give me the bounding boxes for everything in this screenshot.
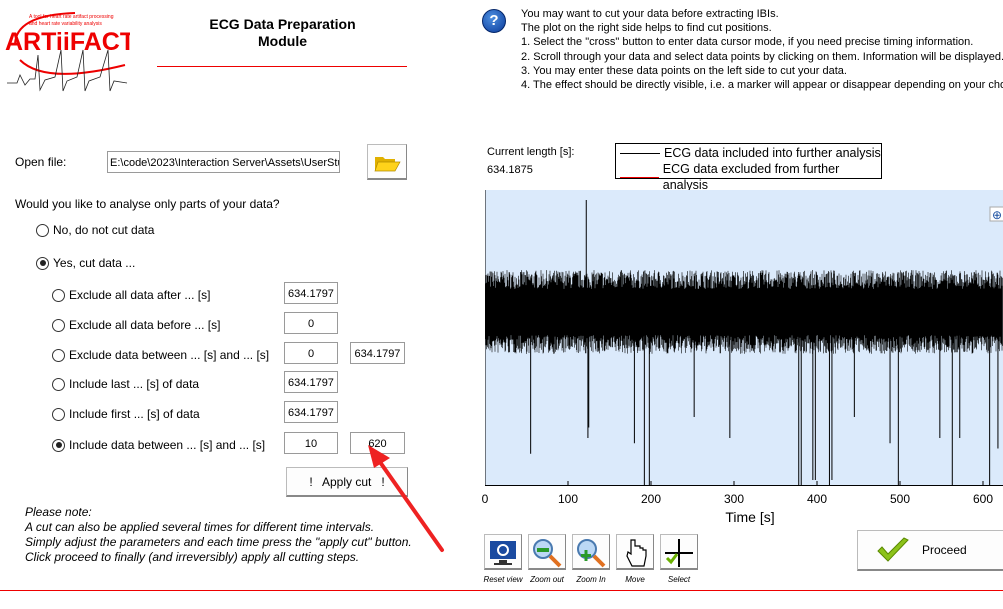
zoom-out-button[interactable] bbox=[528, 534, 566, 570]
radio-button[interactable] bbox=[52, 377, 65, 391]
current-length-value: 634.1875 bbox=[487, 164, 533, 176]
help-text: You may want to cut your data before ext… bbox=[521, 7, 1003, 92]
radio-button[interactable] bbox=[36, 256, 49, 270]
cut-value-input[interactable]: 0 bbox=[284, 342, 338, 364]
cut-value-input[interactable]: 634.1797 bbox=[284, 401, 338, 423]
x-tick-label: 500 bbox=[889, 492, 911, 506]
cut-option[interactable]: Include last ... [s] of data bbox=[52, 377, 199, 391]
toolbar-label: Move bbox=[625, 575, 645, 584]
cut-option-label: Include first ... [s] of data bbox=[69, 407, 200, 421]
svg-text:A tool for heart rate artifact: A tool for heart rate artifact processin… bbox=[29, 14, 114, 20]
svg-text:ARTiiFACT: ARTiiFACT bbox=[5, 28, 130, 56]
checkmark-icon bbox=[877, 537, 909, 562]
hand-icon bbox=[626, 538, 647, 567]
file-path-input[interactable]: E:\code\2023\Interaction Server\Assets\U… bbox=[107, 151, 340, 173]
folder-open-icon bbox=[374, 156, 401, 171]
radio-yes-cut[interactable]: Yes, cut data ... bbox=[36, 256, 135, 270]
help-line: 4. The effect should be directly visible… bbox=[521, 79, 1003, 92]
radio-button[interactable] bbox=[36, 223, 49, 237]
cut-value-input[interactable]: 634.1797 bbox=[284, 371, 338, 393]
x-tick-label: 100 bbox=[557, 492, 579, 506]
radio-label: Yes, cut data ... bbox=[53, 256, 136, 270]
zoom-in-button[interactable] bbox=[572, 534, 610, 570]
note-line: Please note: bbox=[25, 505, 92, 519]
crosshair-icon bbox=[665, 538, 693, 567]
x-tick-label: 300 bbox=[723, 492, 745, 506]
red-arrow-annotation bbox=[368, 445, 444, 552]
radio-button[interactable] bbox=[52, 438, 65, 452]
proceed-label: Proceed bbox=[922, 543, 967, 557]
legend-swatch-excluded bbox=[620, 176, 659, 178]
title-divider bbox=[157, 66, 407, 67]
legend-swatch-included bbox=[620, 152, 660, 154]
reset-view-button[interactable] bbox=[484, 534, 522, 570]
legend-label: ECG data included into further analysis bbox=[664, 146, 881, 160]
artiifact-logo: A tool for heart rate artifact processin… bbox=[5, 12, 130, 92]
note-text: Please note: A cut can also be applied s… bbox=[25, 505, 412, 565]
toolbar-label: Select bbox=[667, 575, 691, 584]
cut-question: Would you like to analyse only parts of … bbox=[15, 197, 280, 211]
note-line: Simply adjust the parameters and each ti… bbox=[25, 535, 412, 549]
radio-button[interactable] bbox=[52, 348, 65, 362]
ecg-plot[interactable]: ⊕ bbox=[485, 190, 1003, 486]
cut-option[interactable]: Include data between ... [s] and ... [s] bbox=[52, 438, 265, 452]
question-icon[interactable]: ? bbox=[482, 9, 506, 33]
bottom-divider bbox=[0, 590, 1003, 591]
help-line: 2. Scroll through your data and select d… bbox=[521, 50, 1003, 63]
x-tick-label: 400 bbox=[806, 492, 828, 506]
open-file-button[interactable] bbox=[367, 144, 407, 180]
select-button[interactable] bbox=[660, 534, 698, 570]
cut-option[interactable]: Include first ... [s] of data bbox=[52, 407, 200, 421]
radio-button[interactable] bbox=[52, 318, 65, 332]
cut-value-input[interactable]: 10 bbox=[284, 432, 338, 454]
cut-value-input[interactable]: 634.1797 bbox=[350, 342, 405, 364]
current-length-label: Current length [s]: bbox=[487, 146, 575, 158]
note-line: Click proceed to finally (and irreversib… bbox=[25, 550, 360, 564]
cut-option-label: Exclude data between ... [s] and ... [s] bbox=[69, 348, 270, 362]
x-tick-label: 0 bbox=[481, 492, 489, 506]
toolbar-label: Zoom In bbox=[576, 575, 606, 584]
cut-option-label: Exclude all data before ... [s] bbox=[69, 318, 221, 332]
zoom-in-icon bbox=[577, 538, 606, 567]
help-line: You may want to cut your data before ext… bbox=[521, 8, 779, 20]
proceed-button[interactable]: Proceed bbox=[857, 530, 1003, 571]
radio-button[interactable] bbox=[52, 407, 65, 421]
x-tick-label: 200 bbox=[640, 492, 662, 506]
help-line: The plot on the right side helps to find… bbox=[521, 22, 772, 35]
title-line: Module bbox=[258, 33, 307, 49]
note-line: A cut can also be applied several times … bbox=[25, 520, 375, 534]
zoom-out-icon bbox=[533, 538, 562, 567]
radio-no-cut[interactable]: No, do not cut data bbox=[36, 223, 154, 237]
reset-view-icon bbox=[490, 540, 516, 565]
move-button[interactable] bbox=[616, 534, 654, 570]
x-axis-label: Time [s] bbox=[725, 509, 775, 525]
open-file-label: Open file: bbox=[15, 155, 67, 169]
help-line: 3. You may enter these data points on th… bbox=[521, 64, 847, 77]
chart-legend: ECG data included into further analysis … bbox=[615, 143, 882, 192]
toolbar-label: Reset view bbox=[483, 575, 523, 584]
legend-label: ECG data excluded from further analysis bbox=[662, 162, 840, 192]
help-line: 1. Select the "cross" button to enter da… bbox=[521, 36, 974, 49]
cut-value-input[interactable]: 0 bbox=[284, 312, 338, 334]
x-tick-label: 600 bbox=[972, 492, 994, 506]
svg-text:and heart rate variability ana: and heart rate variability analysis bbox=[29, 21, 102, 27]
toolbar-label: Zoom out bbox=[530, 575, 564, 584]
radio-button[interactable] bbox=[52, 288, 65, 302]
title-line: ECG Data Preparation bbox=[209, 16, 356, 32]
cut-option[interactable]: Exclude all data before ... [s] bbox=[52, 318, 220, 332]
cut-option[interactable]: Exclude all data after ... [s] bbox=[52, 288, 210, 302]
cut-option-label: Include data between ... [s] and ... [s] bbox=[69, 438, 266, 452]
plot-zoom-glyph: ⊕ bbox=[992, 208, 1002, 222]
cut-option[interactable]: Exclude data between ... [s] and ... [s] bbox=[52, 348, 269, 362]
cut-option-label: Include last ... [s] of data bbox=[69, 377, 200, 391]
cut-option-label: Exclude all data after ... [s] bbox=[69, 288, 211, 302]
radio-label: No, do not cut data bbox=[53, 223, 155, 237]
cut-value-input[interactable]: 634.1797 bbox=[284, 282, 338, 304]
page-title: ECG Data Preparation Module bbox=[160, 16, 405, 50]
